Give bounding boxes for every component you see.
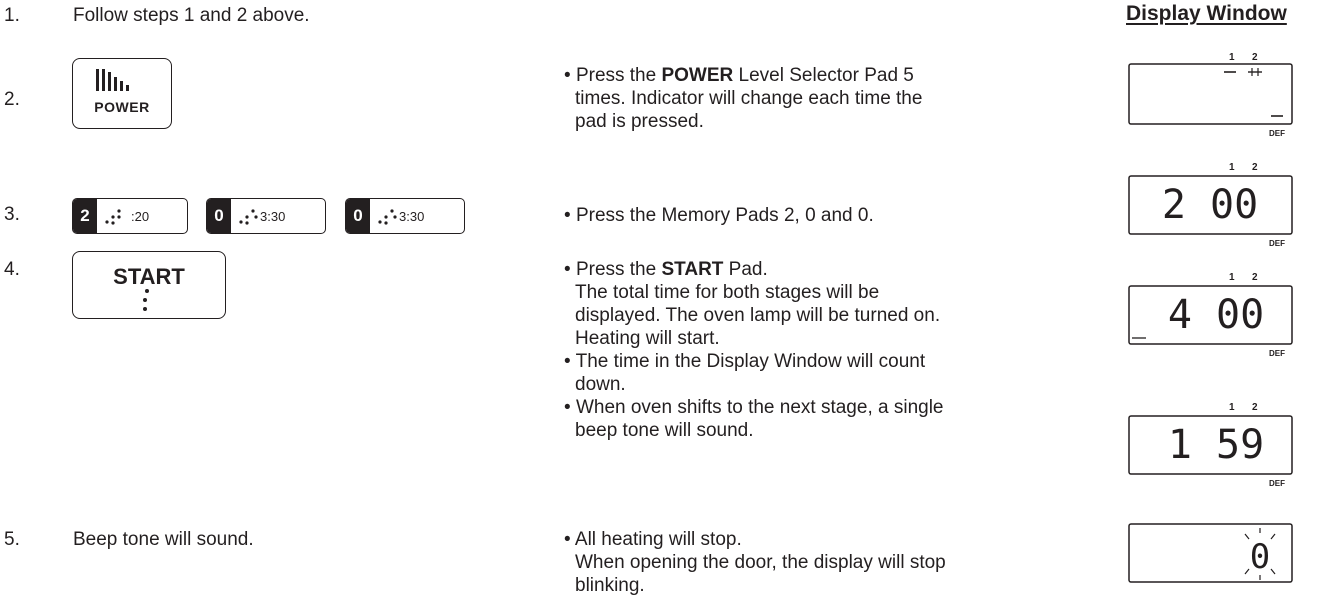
power-level-icon [96,69,129,91]
step-3-instruction: Press the Memory Pads 2, 0 and 0. [564,204,874,227]
display-window-title: Display Window [1126,2,1287,25]
power-pad[interactable]: POWER [72,58,172,129]
display-footer: DEF [1269,129,1285,138]
step-number-5: 5. [4,529,20,550]
stage-label: 1 [1229,402,1235,413]
display-digits: 2 00 [1162,182,1258,228]
start-pad[interactable]: START [72,251,226,319]
stage-label: 1 [1229,162,1235,173]
step-number-4: 4. [4,259,20,280]
memory-pad-time: :20 [131,208,150,224]
display-digits: 0 [1250,537,1270,577]
dots-icon [378,209,397,225]
dots-icon [105,209,121,225]
step-number-1: 1. [4,5,20,26]
display-footer: DEF [1269,479,1285,488]
step-1-text: Follow steps 1 and 2 above. [73,5,310,26]
stage-label: 1 [1229,272,1235,283]
memory-pad-time: 3:30 [260,208,286,224]
memory-pad-time: 3:30 [399,208,425,224]
memory-pad-digit: 0 [207,199,231,233]
stage-label: 1 [1229,52,1235,63]
step-4-instruction: Press the START Pad. The total time for … [564,258,944,442]
memory-pad-0-b[interactable]: 0 3:30 [345,198,465,234]
step-2-instruction: Press the POWER Level Selector Pad 5 tim… [564,64,922,133]
memory-pad-0-a[interactable]: 0 3:30 [206,198,326,234]
dots-icon [143,289,149,311]
display-window-5: 0 [1128,523,1293,583]
memory-pad-2[interactable]: 2 :20 [72,198,188,234]
step-5-instruction: All heating will stop. When opening the … [564,528,946,597]
display-digits: 1 59 [1168,422,1264,468]
display-digits: 4 00 [1168,292,1264,338]
stage-label: 2 [1252,52,1258,63]
power-pad-label: POWER [94,99,150,115]
display-footer: DEF [1269,239,1285,248]
stage-label: 2 [1252,402,1258,413]
dots-icon [239,209,258,225]
memory-pad-digit: 0 [346,199,370,233]
stage-label: 2 [1252,272,1258,283]
display-footer: DEF [1269,349,1285,358]
memory-pad-digit: 2 [73,199,97,233]
display-window-4: 1 2 1 59 DEF [1128,402,1293,488]
stage-label: 2 [1252,162,1258,173]
display-window-1: 1 2 DEF [1128,52,1293,138]
step-number-2: 2. [4,89,20,110]
display-window-2: 1 2 2 00 DEF [1128,162,1293,248]
step-5-text: Beep tone will sound. [73,529,254,550]
display-window-3: 1 2 4 00 DEF [1128,272,1293,358]
step-number-3: 3. [4,204,20,225]
